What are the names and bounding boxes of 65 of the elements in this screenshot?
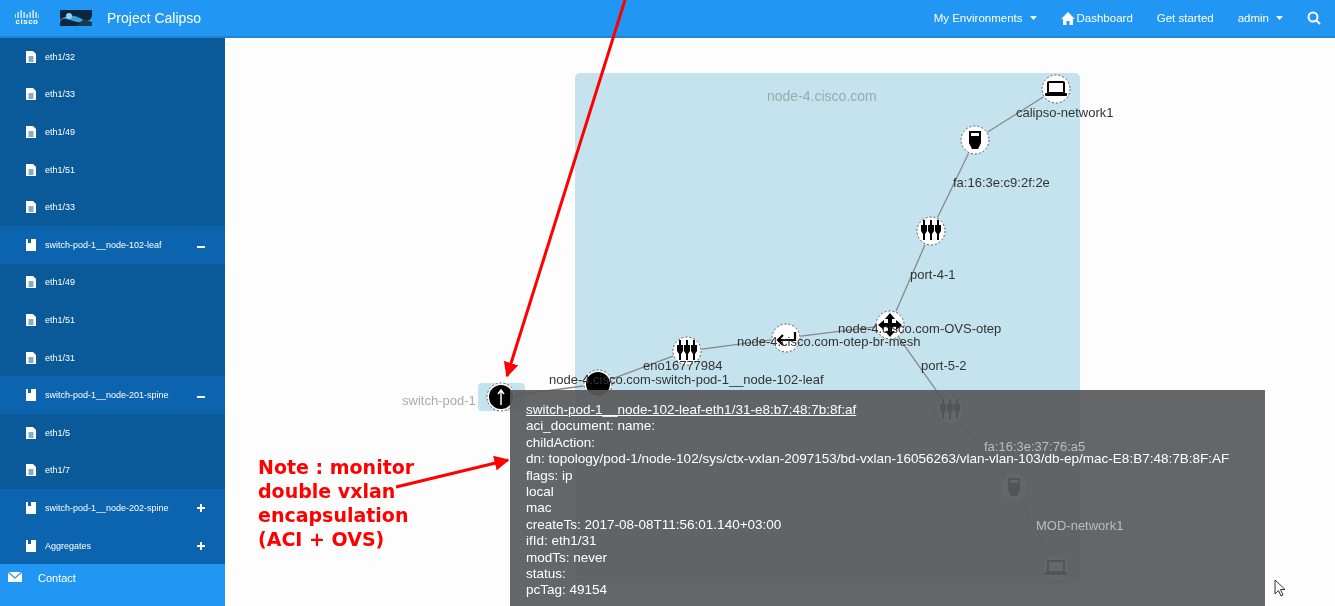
search-icon[interactable] [1307, 11, 1321, 25]
tree-item[interactable]: eth1/33 [0, 188, 225, 226]
annotation-note: Note : monitor double vxlan encapsulation (ACI + OVS) [258, 455, 415, 551]
plus-icon[interactable] [197, 503, 205, 512]
tooltip-line: dn: topology/pod-1/node-102/sys/ctx-vxlan-2097153/bd-vxlan-16056263/vlan-vlan-103/db-ep/mac-E8:B7:48:7B:8F:AF [526, 451, 1230, 468]
node-label: switch-pod-1 [402, 393, 476, 408]
tree-item[interactable]: eth1/49 [0, 263, 225, 302]
document-icon [26, 464, 36, 477]
tree-item[interactable]: eth1/49 [0, 113, 225, 151]
node-label: eno16777984 [643, 358, 723, 373]
tooltip-line: local [526, 484, 554, 501]
document-icon [26, 313, 36, 326]
host-label: node-4.cisco.com [767, 88, 877, 104]
node-label: port-4-1 [910, 267, 956, 282]
document-icon [26, 126, 36, 138]
document-icon [26, 276, 36, 289]
folder-icon [26, 238, 36, 251]
cursor-icon [1274, 579, 1286, 597]
document-icon [26, 426, 36, 439]
bars-icon [15, 10, 39, 18]
tree-group-item[interactable]: Aggregates [0, 526, 225, 565]
port-icon[interactable] [916, 216, 946, 246]
tree-item[interactable]: eth1/32 [0, 38, 225, 76]
node-label: calipso-network1 [1016, 105, 1114, 120]
folder-icon [26, 539, 36, 552]
tooltip-line: flags: ip [526, 467, 573, 485]
tooltip-line: aci_document: name: [526, 418, 656, 435]
node-label: fa:16:3e:c9:2f:2e [953, 175, 1050, 190]
tree-item[interactable]: eth1/31 [0, 338, 225, 377]
tooltip-line: status: [526, 566, 566, 583]
tree-item[interactable]: eth1/7 [0, 451, 225, 490]
document-icon [26, 50, 36, 63]
laptop-icon[interactable] [1041, 74, 1071, 104]
envelope-icon [8, 572, 22, 583]
tooltip-line: createTs: 2017-08-08T11:56:01.140+03:00 [526, 516, 782, 534]
document-icon [26, 88, 36, 101]
plus-icon[interactable] [197, 541, 205, 550]
caret-icon [1029, 16, 1037, 20]
tree-item[interactable]: eth1/51 [0, 150, 225, 189]
caret-icon [1276, 16, 1283, 20]
logo-text: cisco [15, 18, 39, 26]
tooltip-line: childAction: [526, 434, 596, 452]
node-label: fa:16:3e:37:76:a5 [984, 439, 1086, 454]
document-icon [26, 351, 36, 364]
tree-group-item[interactable]: switch-pod-1__node-202-spine [0, 489, 225, 527]
tooltip-line: mac [526, 500, 552, 517]
document-icon [26, 201, 36, 214]
node-label: node-4.cisco.com-otep-br-mesh [737, 334, 921, 349]
tooltip-title: switch-pod-1__node-102-leaf-eth1/31-e8:b7:48:7b:8f:af [526, 402, 857, 419]
tree-item[interactable]: eth1/33 [0, 75, 225, 114]
tooltip-line: pcTag: 49154 [526, 582, 608, 599]
home-icon [1060, 11, 1075, 25]
plug-icon[interactable] [960, 125, 990, 155]
tree-group-item[interactable]: switch-pod-1__node-201-spine [0, 376, 225, 414]
tooltip-line: modTs: never [526, 549, 608, 567]
tree-group-item[interactable]: switch-pod-1__node-102-leaf [0, 225, 225, 264]
tree-item[interactable]: eth1/51 [0, 301, 225, 339]
app-title: Project Calipso [107, 10, 202, 26]
tooltip-line: ifId: eth1/31 [526, 533, 597, 550]
node-label: MOD-network1 [1036, 518, 1124, 533]
tree-item[interactable]: eth1/5 [0, 413, 225, 452]
folder-icon [26, 389, 36, 402]
node-label: port-5-2 [921, 358, 967, 373]
folder-icon [26, 501, 36, 514]
document-icon [26, 163, 36, 176]
